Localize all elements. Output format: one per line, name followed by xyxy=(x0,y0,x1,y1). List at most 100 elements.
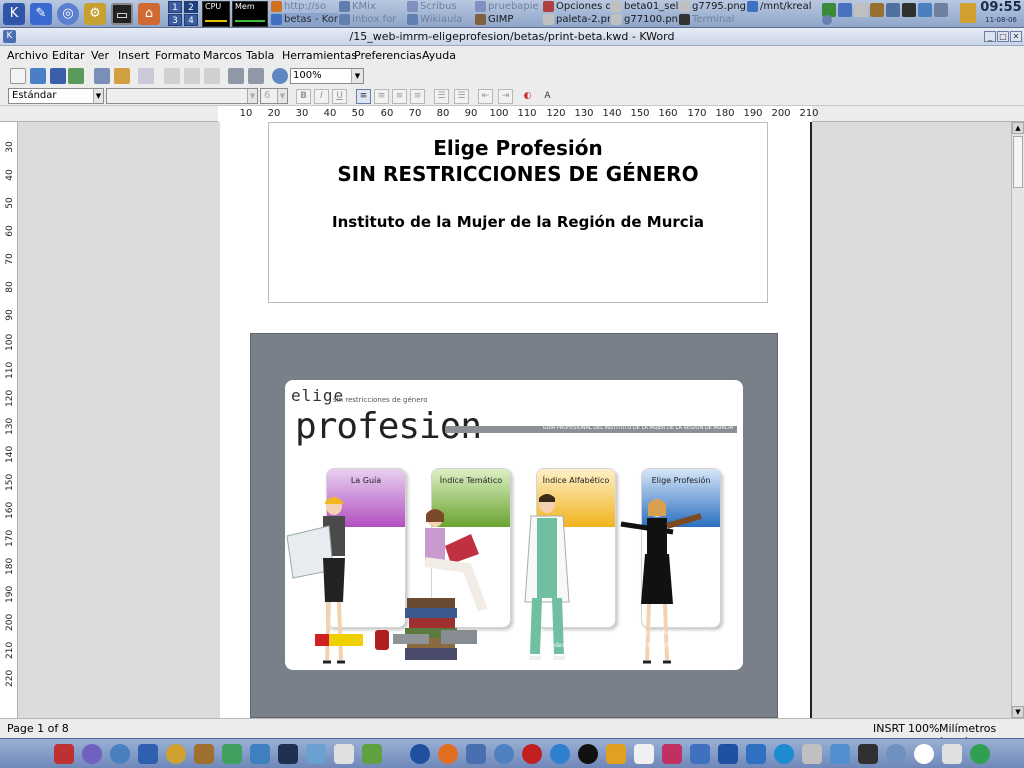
paste-icon[interactable] xyxy=(204,68,220,84)
task-scribus[interactable]: Scribus xyxy=(406,0,474,13)
star-icon[interactable] xyxy=(466,744,486,764)
zoom-select[interactable]: 100% ▼ xyxy=(290,68,364,84)
konqueror-icon[interactable] xyxy=(494,744,514,764)
settings-icon[interactable]: ⚙ xyxy=(84,3,106,25)
task-beta01[interactable]: beta01_sel xyxy=(610,0,678,13)
task-terminal[interactable]: Terminal xyxy=(678,13,746,26)
chevron-down-icon[interactable]: ▼ xyxy=(351,69,363,83)
italic-button[interactable]: I xyxy=(314,89,329,104)
scroll-up-icon[interactable]: ▲ xyxy=(1012,122,1024,134)
clipboard-tray-icon[interactable] xyxy=(854,3,868,17)
menu-editar[interactable]: Editar xyxy=(52,49,85,62)
image-editor-icon[interactable] xyxy=(250,744,270,764)
home-icon[interactable]: ⌂ xyxy=(138,3,160,25)
minimize-button[interactable]: _ xyxy=(984,31,996,42)
firefox-icon[interactable] xyxy=(438,744,458,764)
nvu-icon[interactable] xyxy=(82,744,102,764)
accessibility-icon[interactable] xyxy=(138,744,158,764)
cube-icon[interactable] xyxy=(222,744,242,764)
chevron-down-icon[interactable]: ▼ xyxy=(277,89,287,103)
monitor-icon[interactable] xyxy=(802,744,822,764)
menu-ver[interactable]: Ver xyxy=(91,49,109,62)
paint-icon[interactable] xyxy=(306,744,326,764)
redo-icon[interactable] xyxy=(248,68,264,84)
underline-button[interactable]: U xyxy=(332,89,347,104)
vertical-ruler[interactable]: 30 40 50 60 70 80 90 100 110 120 130 140… xyxy=(0,122,18,718)
globe-search-icon[interactable] xyxy=(110,744,130,764)
menu-tabla[interactable]: Tabla xyxy=(246,49,274,62)
font-size-select[interactable]: 6 ▼ xyxy=(260,88,288,104)
align-left-icon[interactable]: ≡ xyxy=(356,89,371,104)
scroll-down-icon[interactable]: ▼ xyxy=(1012,706,1024,718)
sailboat-icon[interactable] xyxy=(278,744,298,764)
circle-tray-icon[interactable] xyxy=(822,15,832,25)
menu-insert[interactable]: Insert xyxy=(118,49,150,62)
window-titlebar[interactable]: K /15_web-imrm-eligeprofesion/betas/prin… xyxy=(0,28,1024,46)
task-konqueror-betas[interactable]: betas - Kon xyxy=(270,13,338,26)
kde-menu-icon[interactable]: K xyxy=(3,3,25,25)
notes-icon[interactable] xyxy=(942,744,962,764)
volume-tray-icon[interactable] xyxy=(902,3,916,17)
align-right-icon[interactable]: ≡ xyxy=(392,89,407,104)
task-mnt-kreal[interactable]: /mnt/kreal xyxy=(746,0,818,13)
gear-icon[interactable] xyxy=(774,744,794,764)
document-icon[interactable] xyxy=(690,744,710,764)
menu-formato[interactable]: Formato xyxy=(155,49,201,62)
menu-preferencias[interactable]: Preferencias xyxy=(354,49,422,62)
decrease-indent-icon[interactable]: ⇤ xyxy=(478,89,493,104)
folder-icon[interactable] xyxy=(830,744,850,764)
menu-marcos[interactable]: Marcos xyxy=(203,49,242,62)
print-icon[interactable] xyxy=(94,68,110,84)
font-select[interactable]: ▼ xyxy=(106,88,258,104)
chevron-down-icon[interactable]: ▼ xyxy=(247,89,257,103)
internet-explorer-icon[interactable] xyxy=(550,744,570,764)
opera-icon[interactable] xyxy=(522,744,542,764)
network-tray-icon[interactable] xyxy=(838,3,852,17)
chart-icon[interactable] xyxy=(362,744,382,764)
numbered-list-icon[interactable]: ☰ xyxy=(454,89,469,104)
network-icon[interactable] xyxy=(970,744,990,764)
terminal-icon[interactable]: ▭ xyxy=(111,3,133,25)
task-paleta[interactable]: paleta-2.pr xyxy=(542,13,610,26)
task-opciones[interactable]: Opciones d xyxy=(542,0,610,13)
clock[interactable]: 09:55 11-08-06 xyxy=(980,0,1022,28)
task-g7795[interactable]: g7795.png- xyxy=(678,0,746,13)
text-color-icon[interactable]: A xyxy=(540,89,555,104)
desktop-3[interactable]: 3 xyxy=(168,14,182,26)
align-center-icon[interactable]: ≡ xyxy=(374,89,389,104)
bold-button[interactable]: B xyxy=(296,89,311,104)
task-inbox[interactable]: Inbox for xyxy=(338,13,406,26)
menu-ayuda[interactable]: Ayuda xyxy=(422,49,456,62)
desktop-1[interactable]: 1 xyxy=(168,1,182,13)
wifi-tray-icon[interactable] xyxy=(918,3,932,17)
document-canvas[interactable]: Elige Profesión SIN RESTRICCIONES DE GÉN… xyxy=(18,122,1011,718)
task-firefox[interactable]: http://so xyxy=(270,0,338,13)
php-icon[interactable] xyxy=(914,744,934,764)
palette-icon[interactable] xyxy=(166,744,186,764)
chevron-down-icon[interactable]: ▼ xyxy=(93,89,103,103)
mem-monitor[interactable]: Mem xyxy=(232,1,268,27)
spellcheck-icon[interactable] xyxy=(138,68,154,84)
task-pruebapie[interactable]: pruebapie xyxy=(474,0,542,13)
zoom-icon[interactable] xyxy=(272,68,288,84)
copy-icon[interactable] xyxy=(184,68,200,84)
battery-tray-icon[interactable] xyxy=(934,3,948,17)
print-preview-icon[interactable] xyxy=(114,68,130,84)
calendar-icon[interactable] xyxy=(54,744,74,764)
horizontal-ruler[interactable]: 10 20 30 40 50 60 70 80 90 100 110 120 1… xyxy=(0,106,1024,122)
save-icon[interactable] xyxy=(50,68,66,84)
scrollbar-thumb[interactable] xyxy=(1013,136,1023,188)
new-document-icon[interactable] xyxy=(10,68,26,84)
mail-icon[interactable] xyxy=(634,744,654,764)
world-icon[interactable] xyxy=(410,744,430,764)
style-select[interactable]: Estándar ▼ xyxy=(8,88,104,104)
maximize-button[interactable]: □ xyxy=(997,31,1009,42)
download-icon[interactable] xyxy=(746,744,766,764)
increase-indent-icon[interactable]: ⇥ xyxy=(498,89,513,104)
monitor-tray-icon[interactable] xyxy=(886,3,900,17)
menu-herramientas[interactable]: Herramientas xyxy=(282,49,357,62)
tool-tray-icon[interactable] xyxy=(870,3,884,17)
lifebuoy-icon[interactable]: ◎ xyxy=(57,3,79,25)
picture-frame[interactable]: elige sin restricciones de género profes… xyxy=(250,333,778,718)
desktop-4[interactable]: 4 xyxy=(184,14,198,26)
